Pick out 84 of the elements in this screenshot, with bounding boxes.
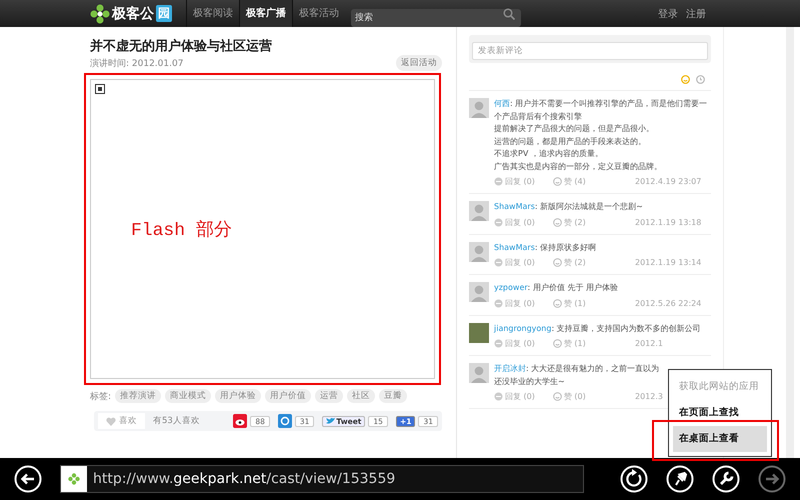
comment-time: 2012.1 — [635, 338, 663, 349]
like-link[interactable]: 赞 (2) — [552, 216, 586, 228]
tag-link[interactable]: 用户体验 — [215, 389, 262, 403]
talk-date: 演讲时间: 2012.01.07 — [90, 58, 184, 70]
smiley-icon — [552, 177, 562, 186]
back-to-event-button[interactable]: 返回活动 — [396, 55, 442, 71]
author-link[interactable]: jiangrongyong — [494, 324, 552, 332]
tag-link[interactable]: 商业模式 — [165, 389, 212, 403]
menu-item[interactable]: 在页面上查找 — [669, 400, 771, 426]
nav-tab[interactable]: 极客活动 — [292, 0, 345, 27]
back-icon[interactable] — [14, 465, 42, 493]
comment-input[interactable]: 发表新评论 — [472, 42, 708, 60]
comment-text: 还没毕业的大学生~ — [494, 376, 565, 388]
account-link[interactable]: 登录 — [658, 6, 678, 20]
comment-text: 不追求PV ，追求内容的质量。 — [494, 148, 603, 160]
comment-text: ShawMars: 新版阿尔法城就是一个悲剧~ — [494, 201, 643, 213]
comment-text: ShawMars: 保持原状多好啊 — [494, 242, 596, 254]
like-link[interactable]: 赞 (4) — [552, 176, 586, 187]
refresh-icon[interactable] — [620, 465, 648, 493]
logo-badge: 园 — [156, 5, 172, 22]
pinwheel-logo-icon — [90, 4, 110, 24]
reply-link[interactable]: 回复 (0) — [494, 257, 535, 268]
author-link[interactable]: 开启冰封 — [494, 364, 526, 373]
speech-bubble-icon — [494, 339, 503, 348]
like-link[interactable]: 赞 (1) — [552, 338, 586, 349]
reply-link[interactable]: 回复 (0) — [494, 216, 535, 228]
tag-link[interactable]: 运营 — [315, 389, 344, 403]
comment-text: 运营的问题，都是用产品的手段来表达的。 — [494, 136, 646, 148]
author-link[interactable]: 何西 — [494, 99, 510, 108]
comment-time: 2012.5.26 22:24 — [635, 298, 702, 308]
comment-time: 2012.1.19 13:14 — [635, 257, 702, 268]
like-link[interactable]: 赞 (2) — [552, 257, 586, 268]
plugin-icon — [95, 84, 105, 94]
author-link[interactable]: ShawMars — [494, 242, 535, 252]
pin-icon[interactable] — [666, 465, 694, 493]
comment-time: 2012.3 — [635, 391, 663, 402]
comment-time: 2012.1.19 13:18 — [635, 216, 702, 228]
reply-link[interactable]: 回复 (0) — [494, 338, 535, 349]
wrench-icon[interactable] — [712, 465, 740, 493]
comment-text: 何西: 用户并不需要一个叫推荐引擎的产品，而是他们需要一个产品背后有个搜索引擎 — [494, 98, 708, 122]
comment-text: 提前解决了产品很大的问题，但是产品很小。 — [494, 123, 654, 135]
search-field[interactable]: 搜索 — [351, 8, 521, 26]
tag-link[interactable]: 豆瓣 — [379, 389, 408, 403]
comment-text: yzpower: 用户价值 先于 用户体验 — [494, 282, 618, 294]
author-link[interactable]: ShawMars — [494, 202, 535, 211]
comment-time: 2012.4.19 23:07 — [635, 176, 702, 187]
comment-text: 开启冰封: 大大还是很有魅力的，之前一直以为 — [494, 363, 660, 375]
weibo-icon[interactable] — [233, 414, 248, 428]
reply-link[interactable]: 回复 (0) — [494, 391, 535, 402]
comment-text: 广告其实也是内容的一部分，定义豆瓣的品牌。 — [494, 160, 662, 172]
speech-bubble-icon — [494, 298, 503, 308]
smiley-icon — [552, 339, 562, 348]
author-link[interactable]: yzpower — [494, 283, 528, 292]
tag-link[interactable]: 推荐演讲 — [115, 389, 162, 403]
url-field[interactable]: http://www.geekpark.net/cast/view/153559 — [60, 465, 584, 493]
speech-bubble-icon — [494, 177, 503, 186]
bird-icon — [326, 417, 336, 425]
reply-link[interactable]: 回复 (0) — [494, 298, 535, 308]
logo-text: 极客公 — [112, 4, 154, 22]
tag-link[interactable]: 用户价值 — [265, 389, 312, 403]
like-button[interactable]: 喜欢 — [98, 413, 145, 429]
tag-link[interactable]: 社区 — [347, 389, 376, 403]
comment-text: jiangrongyong: 支持豆瓣，支持国内为数不多的创新公司 — [494, 322, 701, 335]
menu-item[interactable]: 在桌面上查看 — [673, 426, 767, 452]
annotation-label: Flash 部分 — [131, 219, 232, 241]
tags-label: 标签: — [90, 390, 112, 402]
like-count: 有53人喜欢 — [153, 415, 200, 427]
smiley-icon — [552, 258, 562, 267]
search-icon[interactable] — [503, 8, 515, 20]
like-link[interactable]: 赞 (0) — [552, 391, 586, 402]
speech-bubble-icon — [494, 218, 503, 226]
account-link[interactable]: 注册 — [686, 6, 706, 20]
smiley-icon — [552, 392, 562, 401]
heart-icon — [106, 416, 116, 426]
speech-bubble-icon — [494, 392, 503, 401]
speech-bubble-icon — [494, 258, 503, 267]
smiley-icon — [552, 298, 562, 308]
article-title: 并不虚无的用户体验与社区运营 — [90, 38, 273, 55]
qq-icon[interactable] — [278, 414, 292, 428]
nav-tab[interactable]: 极客广播 — [239, 0, 292, 27]
reply-link[interactable]: 回复 (0) — [494, 176, 535, 187]
smiley-icon — [552, 218, 562, 226]
like-link[interactable]: 赞 (1) — [552, 298, 586, 308]
pinwheel-favicon-icon — [68, 473, 80, 485]
